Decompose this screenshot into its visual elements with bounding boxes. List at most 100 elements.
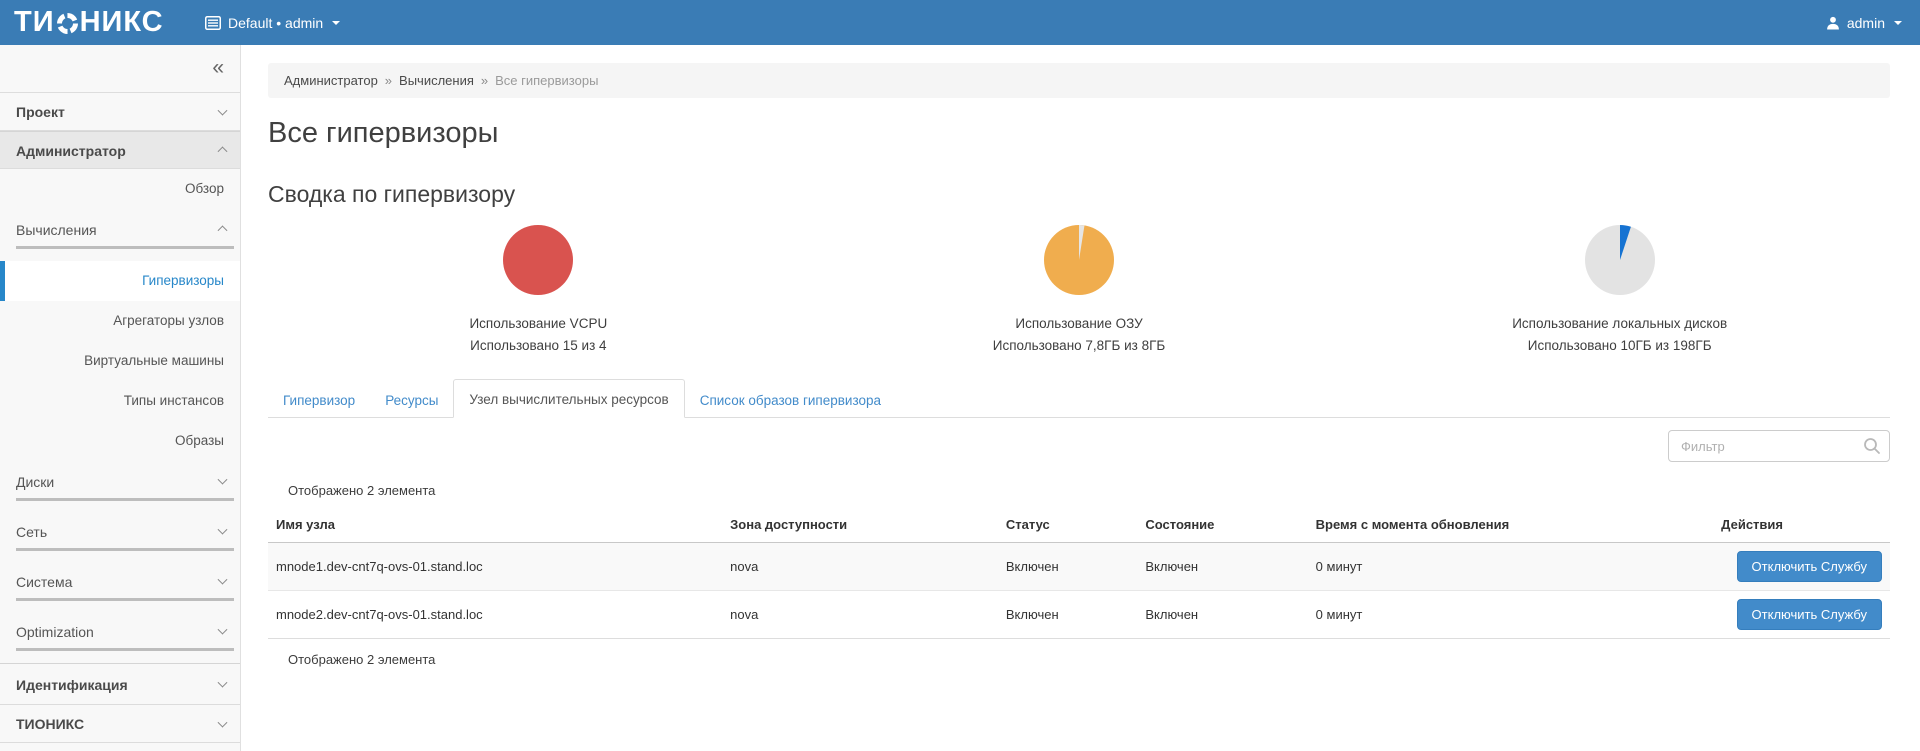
breadcrumb-admin-link[interactable]: Администратор xyxy=(284,73,378,88)
column-header-time-since-update[interactable]: Время с момента обновления xyxy=(1308,507,1714,543)
sidebar-group-compute[interactable]: Вычисления xyxy=(16,211,234,249)
sidebar-panel-admin[interactable]: Администратор xyxy=(0,131,240,169)
sidebar-group-volumes-label: Диски xyxy=(16,474,54,490)
search-icon xyxy=(1863,437,1881,455)
table-row: mnode1.dev-cnt7q-ovs-01.stand.loc nova В… xyxy=(268,543,1890,591)
cell-status: Включен xyxy=(998,591,1137,639)
tab-hypervisor[interactable]: Гипервизор xyxy=(268,384,370,417)
tab-hypervisor-images[interactable]: Список образов гипервизора xyxy=(685,384,896,417)
filter-box xyxy=(1668,430,1890,462)
sidebar-item-instances-label: Виртуальные машины xyxy=(84,353,224,368)
column-header-host-name[interactable]: Имя узла xyxy=(268,507,722,543)
chevron-down-icon xyxy=(218,624,228,634)
ram-usage-value: Использовано 7,8ГБ из 8ГБ xyxy=(809,338,1350,353)
cell-availability-zone: nova xyxy=(722,591,998,639)
sidebar-item-host-aggregates-label: Агрегаторы узлов xyxy=(113,313,224,328)
sidebar-panel-identity-label: Идентификация xyxy=(16,677,128,693)
cell-actions: Отключить Службу xyxy=(1713,543,1890,591)
sidebar-item-images-label: Образы xyxy=(175,433,224,448)
cell-host-name: mnode2.dev-cnt7q-ovs-01.stand.loc xyxy=(268,591,722,639)
chevron-down-icon xyxy=(218,524,228,534)
sidebar-group-network-label: Сеть xyxy=(16,524,47,540)
sidebar-item-instances[interactable]: Виртуальные машины xyxy=(0,341,240,381)
column-header-availability-zone[interactable]: Зона доступности xyxy=(722,507,998,543)
cell-state: Включен xyxy=(1137,591,1307,639)
breadcrumb-separator: » xyxy=(481,73,488,88)
cell-actions: Отключить Службу xyxy=(1713,591,1890,639)
sidebar-group-system[interactable]: Система xyxy=(16,563,234,601)
breadcrumb-compute-link[interactable]: Вычисления xyxy=(399,73,474,88)
disk-usage-pie-chart xyxy=(1585,225,1655,295)
user-menu-label: admin xyxy=(1847,15,1885,31)
sidebar-item-hypervisors[interactable]: Гипервизоры xyxy=(0,261,240,301)
breadcrumb: Администратор»Вычисления»Все гипервизоры xyxy=(268,63,1890,98)
project-switcher[interactable]: Default • admin xyxy=(205,15,340,31)
breadcrumb-current: Все гипервизоры xyxy=(495,73,598,88)
filter-input[interactable] xyxy=(1668,430,1890,462)
cell-availability-zone: nova xyxy=(722,543,998,591)
sidebar-panel-project[interactable]: Проект xyxy=(0,93,240,131)
ram-usage-label: Использование ОЗУ xyxy=(809,316,1350,331)
collapse-double-chevron-icon: « xyxy=(212,56,224,79)
disable-service-button[interactable]: Отключить Службу xyxy=(1737,551,1882,582)
sidebar-item-flavors[interactable]: Типы инстансов xyxy=(0,381,240,421)
column-header-state[interactable]: Состояние xyxy=(1137,507,1307,543)
disable-service-button[interactable]: Отключить Службу xyxy=(1737,599,1882,630)
tab-bar: Гипервизор Ресурсы Узел вычислительных р… xyxy=(268,379,1890,418)
ram-usage-panel: Использование ОЗУ Использовано 7,8ГБ из … xyxy=(809,225,1350,353)
tab-compute-host[interactable]: Узел вычислительных ресурсов xyxy=(453,379,684,418)
page-title: Все гипервизоры xyxy=(268,117,1890,150)
column-header-actions: Действия xyxy=(1713,507,1890,543)
main-content: Администратор»Вычисления»Все гипервизоры… xyxy=(241,45,1920,751)
chevron-down-icon xyxy=(218,678,228,688)
brand-logo[interactable]: ТИ НИКС xyxy=(0,6,205,39)
chevron-down-icon xyxy=(218,717,228,727)
sidebar-item-overview[interactable]: Обзор xyxy=(0,169,240,209)
caret-down-icon xyxy=(1894,21,1902,25)
vcpu-usage-value: Использовано 15 из 4 xyxy=(268,338,809,353)
sidebar-item-images[interactable]: Образы xyxy=(0,421,240,461)
chevron-down-icon xyxy=(218,474,228,484)
cell-time-since-update: 0 минут xyxy=(1308,591,1714,639)
sidebar-item-host-aggregates[interactable]: Агрегаторы узлов xyxy=(0,301,240,341)
tab-resources[interactable]: Ресурсы xyxy=(370,384,453,417)
projects-list-icon xyxy=(205,16,221,30)
vcpu-usage-pie-chart xyxy=(503,225,573,295)
topbar: ТИ НИКС Default • admin admin xyxy=(0,0,1920,45)
sidebar-group-system-label: Система xyxy=(16,574,72,590)
compute-hosts-table: Имя узла Зона доступности Статус Состоян… xyxy=(268,507,1890,639)
vcpu-usage-panel: Использование VCPU Использовано 15 из 4 xyxy=(268,225,809,353)
table-row: mnode2.dev-cnt7q-ovs-01.stand.loc nova В… xyxy=(268,591,1890,639)
table-header-row: Имя узла Зона доступности Статус Состоян… xyxy=(268,507,1890,543)
cell-time-since-update: 0 минут xyxy=(1308,543,1714,591)
disk-usage-value: Использовано 10ГБ из 198ГБ xyxy=(1349,338,1890,353)
disk-usage-label: Использование локальных дисков xyxy=(1349,316,1890,331)
cell-status: Включен xyxy=(998,543,1137,591)
brand-text-right: НИКС xyxy=(80,6,164,39)
sidebar-group-optimization[interactable]: Optimization xyxy=(16,613,234,651)
chevron-down-icon xyxy=(218,105,228,115)
search-button[interactable] xyxy=(1863,437,1881,455)
sidebar-panel-tionix[interactable]: ТИОНИКС xyxy=(0,705,240,743)
filter-row xyxy=(268,430,1890,462)
disk-usage-panel: Использование локальных дисков Использов… xyxy=(1349,225,1890,353)
sidebar-group-optimization-label: Optimization xyxy=(16,624,94,640)
sidebar-panel-tionix-label: ТИОНИКС xyxy=(16,716,84,732)
user-menu[interactable]: admin xyxy=(1826,15,1902,31)
user-icon xyxy=(1826,16,1840,30)
summary-heading: Сводка по гипервизору xyxy=(268,181,1890,208)
brand-text-left: ТИ xyxy=(14,6,55,39)
sidebar-panel-admin-label: Администратор xyxy=(16,143,126,159)
chevron-up-icon xyxy=(218,146,228,156)
cell-host-name: mnode1.dev-cnt7q-ovs-01.stand.loc xyxy=(268,543,722,591)
vcpu-usage-label: Использование VCPU xyxy=(268,316,809,331)
sidebar-collapse-button[interactable]: « xyxy=(0,45,240,93)
sidebar-group-volumes[interactable]: Диски xyxy=(16,463,234,501)
column-header-status[interactable]: Статус xyxy=(998,507,1137,543)
sidebar-panel-project-label: Проект xyxy=(16,104,65,120)
sidebar-item-hypervisors-label: Гипервизоры xyxy=(142,273,224,288)
sidebar-panel-identity[interactable]: Идентификация xyxy=(0,663,240,705)
sidebar-group-network[interactable]: Сеть xyxy=(16,513,234,551)
chevron-down-icon xyxy=(218,574,228,584)
hypervisor-summary-charts: Использование VCPU Использовано 15 из 4 … xyxy=(268,225,1890,353)
